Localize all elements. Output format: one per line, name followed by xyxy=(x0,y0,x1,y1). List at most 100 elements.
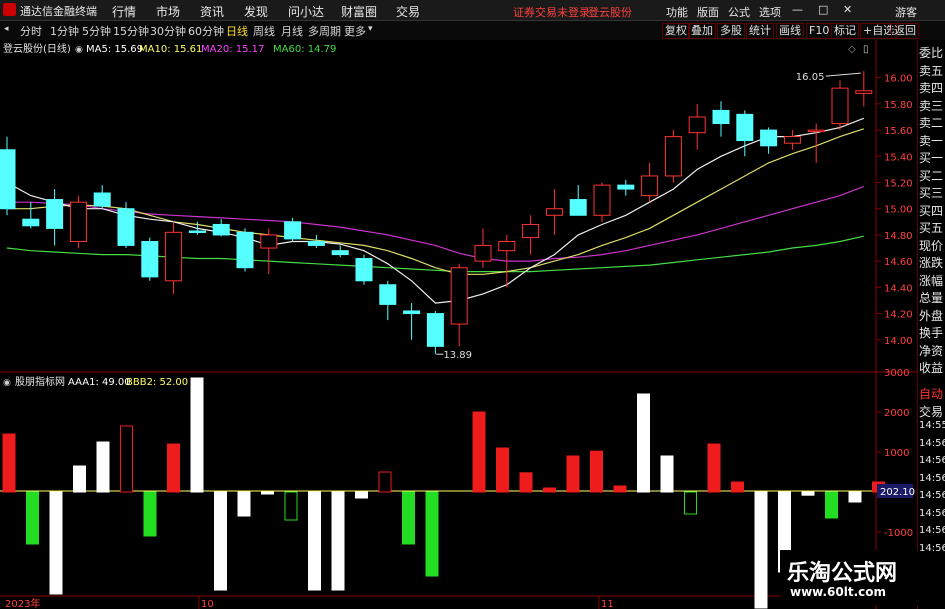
menu-trade[interactable]: 交易 xyxy=(396,3,420,20)
menu-wealth[interactable]: 财富圈 xyxy=(341,3,377,20)
guest-label[interactable]: 游客 xyxy=(895,4,917,20)
side-field-label: 换手 xyxy=(919,326,944,340)
period-tab-daily[interactable]: 日线 xyxy=(226,23,248,39)
chevron-down-icon[interactable]: ▾ xyxy=(368,24,373,34)
toolbar-restore-rights[interactable]: 复权 xyxy=(662,23,690,39)
period-tab-weekly[interactable]: 周线 xyxy=(253,23,275,39)
candle-body xyxy=(331,250,349,256)
period-tab-60min[interactable]: 60分钟 xyxy=(188,23,224,39)
low-price-label: 13.89 xyxy=(443,350,472,361)
side-trade-label[interactable]: 交易 xyxy=(919,403,943,420)
candle-body xyxy=(93,192,111,207)
price-tick-label: 14.80 xyxy=(884,231,913,242)
watermark-url: www.60lt.com xyxy=(790,585,887,599)
menu-quotes[interactable]: 行情 xyxy=(112,3,136,20)
price-tick-label: 15.40 xyxy=(884,152,913,163)
login-status[interactable]: 证券交易未登录 xyxy=(513,4,590,20)
candle-body xyxy=(855,90,873,94)
candle-body xyxy=(831,87,849,125)
toolbar-f10[interactable]: F10 xyxy=(806,23,833,39)
indicator-bar xyxy=(472,411,486,493)
period-tab-intraday[interactable]: 分时 xyxy=(20,23,42,39)
menu-function[interactable]: 功能 xyxy=(666,4,688,20)
menu-ask[interactable]: 问小达 xyxy=(288,3,324,20)
indicator-bar xyxy=(402,491,415,545)
indicator-bar xyxy=(237,491,251,517)
period-tab-15min[interactable]: 15分钟 xyxy=(113,23,149,39)
indicator-bar xyxy=(2,433,16,493)
period-tab-5min[interactable]: 5分钟 xyxy=(82,23,111,39)
indicator-bar xyxy=(848,491,862,503)
side-field-label: 买五 xyxy=(919,221,944,235)
title-stock-name: 登云股份 xyxy=(588,6,632,19)
stock-chart[interactable]: 登云股份(日线) ◉ MA5: 15.69MA10: 15.61MA20: 15… xyxy=(0,40,917,609)
menu-news[interactable]: 资讯 xyxy=(200,3,224,20)
x-label-10: 10 xyxy=(201,599,214,609)
menu-market[interactable]: 市场 xyxy=(156,3,180,20)
candle-body xyxy=(593,184,611,216)
indicator-tick-label: 1000 xyxy=(884,448,909,459)
indicator-tick-label: 2000 xyxy=(884,408,909,419)
candle-body xyxy=(284,221,302,240)
indicator-bar xyxy=(543,487,556,493)
indicator-bar xyxy=(825,491,838,519)
candle-body xyxy=(450,267,468,325)
side-field-label: 卖五 xyxy=(919,63,944,78)
indicator-bar xyxy=(120,425,133,493)
period-toolbar: ◂ 分时 1分钟 5分钟 15分钟 30分钟 60分钟 日线 周线 月线 多周期… xyxy=(0,21,945,41)
candle-body xyxy=(236,231,254,269)
toolbar-overlay[interactable]: 叠加 xyxy=(688,23,716,39)
indicator-bar xyxy=(519,472,533,493)
indicator-bar xyxy=(214,491,227,591)
price-tick-label: 14.60 xyxy=(884,257,913,268)
side-field-label: 买三 xyxy=(919,186,944,200)
period-tab-more[interactable]: 更多 xyxy=(344,23,366,39)
indicator-label-bbb2: BBB2: 52.00 xyxy=(126,377,188,388)
toolbar-mark[interactable]: 标记 xyxy=(831,23,859,39)
side-time-label: 14:56 xyxy=(919,455,945,466)
indicator-bar xyxy=(96,441,110,493)
menu-layout[interactable]: 版面 xyxy=(697,4,719,20)
indicator-bar xyxy=(684,491,697,515)
indicator-bar xyxy=(331,491,345,591)
menu-options[interactable]: 选项 xyxy=(759,4,781,20)
minimize-icon[interactable]: — xyxy=(792,3,803,16)
ma-legend: MA5: 15.69MA10: 15.61MA20: 15.17 MA60: 14… xyxy=(86,44,336,55)
diamond-icon[interactable]: ◇ xyxy=(848,44,856,55)
period-tab-monthly[interactable]: 月线 xyxy=(281,23,303,39)
candle-body xyxy=(403,310,421,315)
toolbar-draw-line[interactable]: 画线 xyxy=(776,23,804,39)
toolbar-stats[interactable]: 统计 xyxy=(746,23,774,39)
price-tick-label: 14.40 xyxy=(884,283,913,294)
close-icon[interactable]: ✕ xyxy=(843,3,852,16)
price-tick-label: 14.00 xyxy=(884,336,913,347)
maximize-icon[interactable]: □ xyxy=(818,3,828,16)
side-trade-label[interactable]: 自动 xyxy=(919,385,943,402)
candle-body xyxy=(212,223,230,236)
candle-body xyxy=(545,208,563,216)
side-field-label: 外盘 xyxy=(919,308,944,323)
side-field-label: 涨幅 xyxy=(919,273,944,288)
indicator-toggle-icon[interactable]: ◉ xyxy=(3,378,11,388)
panel-toggle-icon[interactable]: ▯ xyxy=(863,44,869,55)
period-tab-1min[interactable]: 1分钟 xyxy=(50,23,79,39)
legend-toggle-icon[interactable]: ◉ xyxy=(75,45,83,55)
price-tick-label: 15.60 xyxy=(884,126,913,137)
menu-discover[interactable]: 发现 xyxy=(244,3,268,20)
indicator-title: 股朋指标网 xyxy=(15,375,65,388)
toolbar-multi-stock[interactable]: 多股 xyxy=(717,23,745,39)
candle-body xyxy=(498,240,516,252)
indicator-bar xyxy=(590,450,603,493)
period-tab-30min[interactable]: 30分钟 xyxy=(150,23,186,39)
indicator-bar xyxy=(731,481,744,493)
side-field-label: 买四 xyxy=(919,203,944,218)
side-field-label: 卖三 xyxy=(919,98,944,113)
price-tick-label: 15.80 xyxy=(884,100,913,111)
toolbar-menu-icon[interactable]: ◂ xyxy=(4,24,9,34)
toolbar-back[interactable]: 返回 xyxy=(891,23,919,39)
side-field-label: 净资 xyxy=(919,343,944,358)
candle-body xyxy=(117,208,135,246)
menu-formula[interactable]: 公式 xyxy=(728,4,750,20)
indicator-bar xyxy=(801,491,815,496)
period-tab-multi[interactable]: 多周期 xyxy=(308,23,341,39)
